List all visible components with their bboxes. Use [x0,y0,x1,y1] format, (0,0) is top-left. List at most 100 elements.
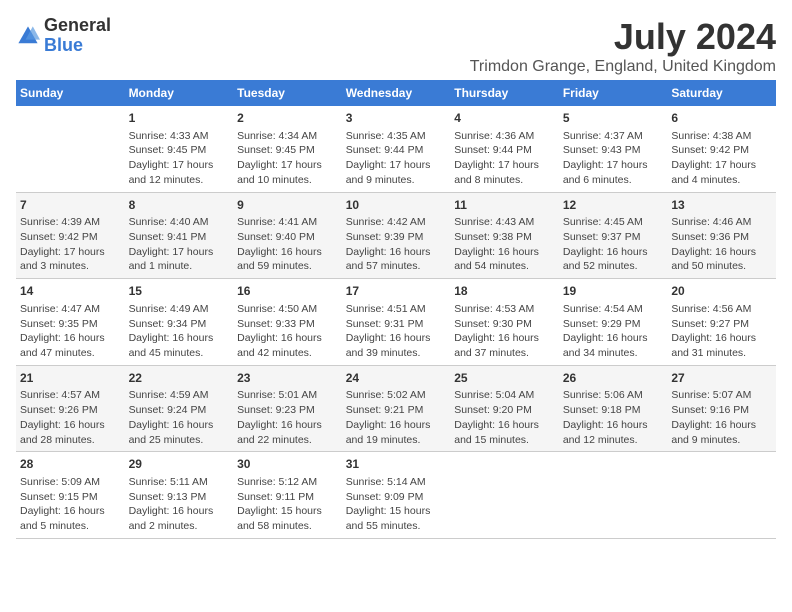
day-number: 29 [129,456,230,473]
day-number: 10 [346,197,447,214]
day-number: 20 [671,283,772,300]
cell-content: Sunrise: 4:43 AMSunset: 9:38 PMDaylight:… [454,215,555,274]
day-number: 2 [237,110,338,127]
cell-content: Sunrise: 5:09 AMSunset: 9:15 PMDaylight:… [20,475,121,534]
cell-content: Sunrise: 5:11 AMSunset: 9:13 PMDaylight:… [129,475,230,534]
day-number: 19 [563,283,664,300]
logo-text: General Blue [44,16,111,56]
day-number: 7 [20,197,121,214]
header-cell-monday: Monday [125,80,234,106]
day-number: 4 [454,110,555,127]
header-cell-sunday: Sunday [16,80,125,106]
cell-content: Sunrise: 4:37 AMSunset: 9:43 PMDaylight:… [563,129,664,188]
day-number: 23 [237,370,338,387]
calendar-cell: 29 Sunrise: 5:11 AMSunset: 9:13 PMDayligh… [125,452,234,539]
day-number: 8 [129,197,230,214]
calendar-cell: 10Sunrise: 4:42 AMSunset: 9:39 PMDayligh… [342,192,451,279]
calendar-cell: 15Sunrise: 4:49 AMSunset: 9:34 PMDayligh… [125,279,234,366]
cell-content: Sunrise: 4:47 AMSunset: 9:35 PMDaylight:… [20,302,121,361]
day-number: 6 [671,110,772,127]
header-cell-saturday: Saturday [667,80,776,106]
calendar-cell: 14 Sunrise: 4:47 AMSunset: 9:35 PMDayligh… [16,279,125,366]
calendar-table: SundayMondayTuesdayWednesdayThursdayFrid… [16,80,776,539]
page-header: General Blue July 2024 Trimdon Grange, E… [16,16,776,76]
cell-content: Sunrise: 5:02 AMSunset: 9:21 PMDaylight:… [346,388,447,447]
day-number: 27 [671,370,772,387]
calendar-cell: 9Sunrise: 4:41 AMSunset: 9:40 PMDaylight… [233,192,342,279]
cell-content: Sunrise: 5:14 AMSunset: 9:09 PMDaylight:… [346,475,447,534]
calendar-cell: 30 Sunrise: 5:12 AMSunset: 9:11 PMDayligh… [233,452,342,539]
calendar-cell: 18 Sunrise: 4:53 AMSunset: 9:30 PMDayligh… [450,279,559,366]
day-number: 1 [129,110,230,127]
cell-content: Sunrise: 5:12 AMSunset: 9:11 PMDaylight:… [237,475,338,534]
cell-content: Sunrise: 4:50 AMSunset: 9:33 PMDaylight:… [237,302,338,361]
logo-line2: Blue [44,36,111,56]
day-number: 9 [237,197,338,214]
calendar-cell: 19 Sunrise: 4:54 AMSunset: 9:29 PMDayligh… [559,279,668,366]
cell-content: Sunrise: 4:42 AMSunset: 9:39 PMDaylight:… [346,215,447,274]
calendar-cell: 2 Sunrise: 4:34 AMSunset: 9:45 PMDaylight… [233,106,342,192]
day-number: 24 [346,370,447,387]
cell-content: Sunrise: 4:35 AMSunset: 9:44 PMDaylight:… [346,129,447,188]
calendar-cell [16,106,125,192]
cell-content: Sunrise: 4:54 AMSunset: 9:29 PMDaylight:… [563,302,664,361]
cell-content: Sunrise: 4:53 AMSunset: 9:30 PMDaylight:… [454,302,555,361]
cell-content: Sunrise: 4:39 AMSunset: 9:42 PMDaylight:… [20,215,121,274]
day-number: 14 [20,283,121,300]
day-number: 12 [563,197,664,214]
calendar-cell: 8Sunrise: 4:40 AMSunset: 9:41 PMDaylight… [125,192,234,279]
cell-content: Sunrise: 4:34 AMSunset: 9:45 PMDaylight:… [237,129,338,188]
cell-content: Sunrise: 5:04 AMSunset: 9:20 PMDaylight:… [454,388,555,447]
day-number: 11 [454,197,555,214]
header-cell-tuesday: Tuesday [233,80,342,106]
calendar-header: SundayMondayTuesdayWednesdayThursdayFrid… [16,80,776,106]
cell-content: Sunrise: 4:38 AMSunset: 9:42 PMDaylight:… [671,129,772,188]
calendar-cell: 25Sunrise: 5:04 AMSunset: 9:20 PMDayligh… [450,365,559,452]
calendar-cell: 20 Sunrise: 4:56 AMSunset: 9:27 PMDayligh… [667,279,776,366]
calendar-cell: 6 Sunrise: 4:38 AMSunset: 9:42 PMDaylight… [667,106,776,192]
calendar-cell [450,452,559,539]
calendar-cell: 4 Sunrise: 4:36 AMSunset: 9:44 PMDaylight… [450,106,559,192]
cell-content: Sunrise: 4:51 AMSunset: 9:31 PMDaylight:… [346,302,447,361]
calendar-cell: 13Sunrise: 4:46 AMSunset: 9:36 PMDayligh… [667,192,776,279]
cell-content: Sunrise: 4:36 AMSunset: 9:44 PMDaylight:… [454,129,555,188]
calendar-cell: 23Sunrise: 5:01 AMSunset: 9:23 PMDayligh… [233,365,342,452]
header-row: SundayMondayTuesdayWednesdayThursdayFrid… [16,80,776,106]
calendar-cell: 28Sunrise: 5:09 AMSunset: 9:15 PMDayligh… [16,452,125,539]
calendar-cell: 24Sunrise: 5:02 AMSunset: 9:21 PMDayligh… [342,365,451,452]
calendar-cell: 26Sunrise: 5:06 AMSunset: 9:18 PMDayligh… [559,365,668,452]
cell-content: Sunrise: 4:56 AMSunset: 9:27 PMDaylight:… [671,302,772,361]
cell-content: Sunrise: 4:41 AMSunset: 9:40 PMDaylight:… [237,215,338,274]
day-number: 26 [563,370,664,387]
day-number: 30 [237,456,338,473]
calendar-cell: 17Sunrise: 4:51 AMSunset: 9:31 PMDayligh… [342,279,451,366]
header-cell-wednesday: Wednesday [342,80,451,106]
day-number: 3 [346,110,447,127]
cell-content: Sunrise: 4:45 AMSunset: 9:37 PMDaylight:… [563,215,664,274]
calendar-cell [559,452,668,539]
week-row: 1 Sunrise: 4:33 AMSunset: 9:45 PMDaylight… [16,106,776,192]
day-number: 16 [237,283,338,300]
day-number: 22 [129,370,230,387]
week-row: 21Sunrise: 4:57 AMSunset: 9:26 PMDayligh… [16,365,776,452]
day-number: 31 [346,456,447,473]
logo-line1: General [44,16,111,36]
cell-content: Sunrise: 5:01 AMSunset: 9:23 PMDaylight:… [237,388,338,447]
cell-content: Sunrise: 4:33 AMSunset: 9:45 PMDaylight:… [129,129,230,188]
week-row: 7Sunrise: 4:39 AMSunset: 9:42 PMDaylight… [16,192,776,279]
title-block: July 2024 Trimdon Grange, England, Unite… [470,16,776,76]
day-number: 18 [454,283,555,300]
calendar-cell: 1 Sunrise: 4:33 AMSunset: 9:45 PMDaylight… [125,106,234,192]
calendar-cell: 5Sunrise: 4:37 AMSunset: 9:43 PMDaylight… [559,106,668,192]
calendar-cell: 11Sunrise: 4:43 AMSunset: 9:38 PMDayligh… [450,192,559,279]
cell-content: Sunrise: 5:07 AMSunset: 9:16 PMDaylight:… [671,388,772,447]
day-number: 15 [129,283,230,300]
day-number: 25 [454,370,555,387]
calendar-cell: 16 Sunrise: 4:50 AMSunset: 9:33 PMDayligh… [233,279,342,366]
calendar-cell: 21Sunrise: 4:57 AMSunset: 9:26 PMDayligh… [16,365,125,452]
calendar-title: July 2024 [470,16,776,58]
cell-content: Sunrise: 4:40 AMSunset: 9:41 PMDaylight:… [129,215,230,274]
logo-icon [16,24,40,48]
cell-content: Sunrise: 5:06 AMSunset: 9:18 PMDaylight:… [563,388,664,447]
calendar-cell: 22Sunrise: 4:59 AMSunset: 9:24 PMDayligh… [125,365,234,452]
